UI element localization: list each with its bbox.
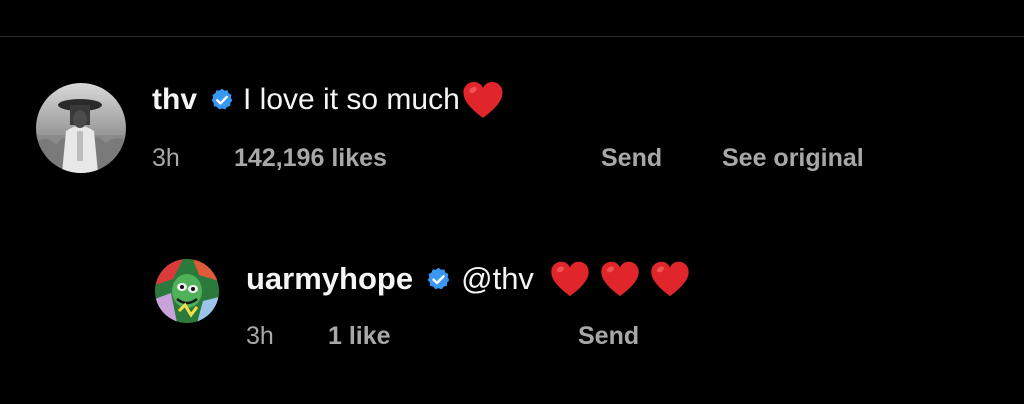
red-heart-icon bbox=[551, 261, 589, 297]
top-divider bbox=[0, 36, 1024, 37]
send-button-uarmyhope[interactable]: Send bbox=[578, 322, 639, 351]
avatar-thv[interactable] bbox=[36, 83, 126, 173]
verified-badge-icon bbox=[209, 87, 235, 113]
red-heart-icon bbox=[601, 261, 639, 297]
likes-count-thv[interactable]: 142,196 likes bbox=[234, 144, 387, 173]
timestamp-uarmyhope: 3h bbox=[246, 322, 274, 350]
comment-text-uarmyhope[interactable]: @thv bbox=[461, 261, 534, 297]
username-uarmyhope[interactable]: uarmyhope bbox=[246, 261, 413, 297]
verified-badge-icon bbox=[425, 266, 452, 293]
emoji-group-thv bbox=[460, 80, 506, 120]
red-heart-icon bbox=[463, 82, 503, 118]
comment-thv: thv I love it so much bbox=[152, 80, 506, 120]
send-button-thv[interactable]: Send bbox=[601, 144, 662, 173]
avatar-uarmyhope-image bbox=[155, 259, 219, 323]
comment-uarmyhope: uarmyhope @thv bbox=[246, 258, 692, 300]
timestamp-thv: 3h bbox=[152, 144, 180, 172]
comment-text-thv: I love it so much bbox=[243, 83, 460, 116]
likes-count-uarmyhope[interactable]: 1 like bbox=[328, 322, 391, 351]
red-heart-icon bbox=[651, 261, 689, 297]
avatar-uarmyhope[interactable] bbox=[155, 259, 219, 323]
emoji-group-uarmyhope bbox=[548, 259, 692, 299]
username-thv[interactable]: thv bbox=[152, 83, 197, 117]
see-original-button[interactable]: See original bbox=[722, 144, 864, 173]
avatar-thv-image bbox=[36, 83, 126, 173]
